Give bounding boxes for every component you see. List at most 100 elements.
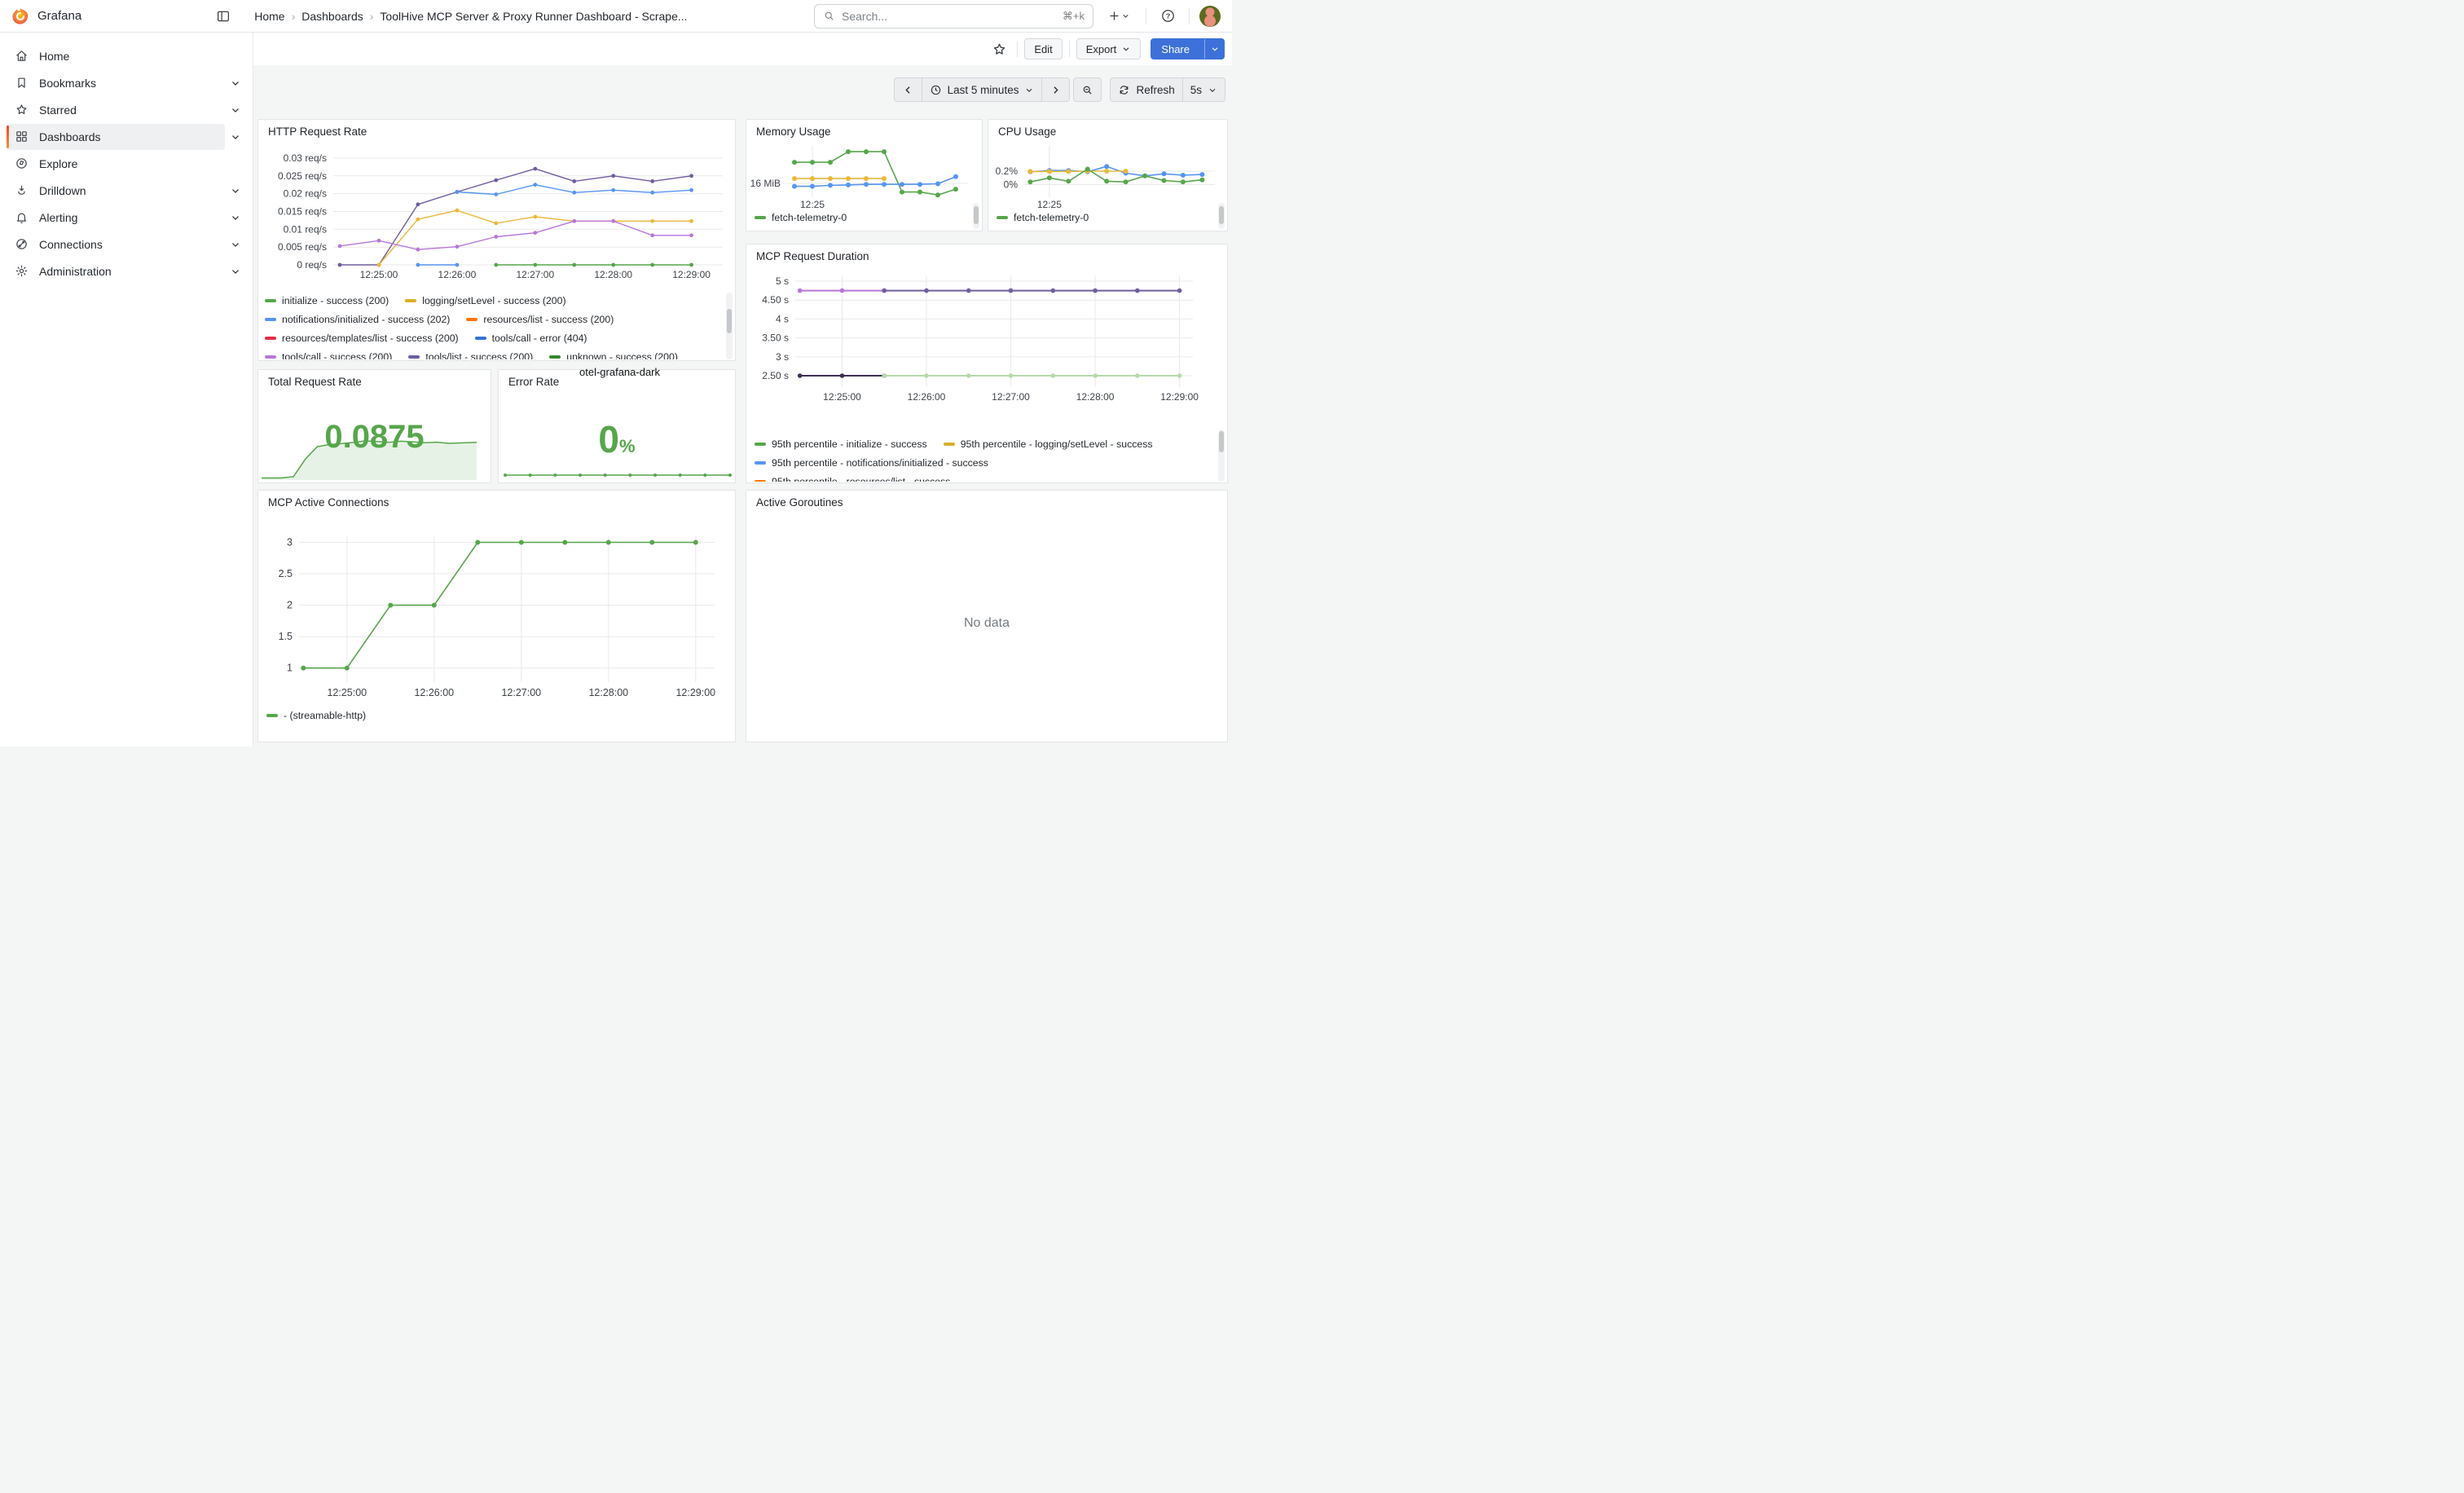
time-forward-button[interactable] xyxy=(1041,77,1070,102)
panel-memory-usage: Memory Usage 16 MiB12:25 fetch-telemetry… xyxy=(746,119,983,231)
refresh-button[interactable]: Refresh xyxy=(1110,77,1182,102)
chevron-down-icon[interactable] xyxy=(230,239,241,250)
svg-text:16 MiB: 16 MiB xyxy=(750,178,781,189)
legend-item[interactable]: resources/templates/list - success (200) xyxy=(265,333,459,344)
edit-button[interactable]: Edit xyxy=(1024,38,1062,59)
sidebar-item-administration[interactable]: Administration xyxy=(7,258,225,284)
breadcrumb-home[interactable]: Home xyxy=(254,10,284,23)
chevron-down-icon[interactable] xyxy=(230,266,241,277)
legend-item[interactable]: logging/setLevel - success (200) xyxy=(405,295,565,306)
chevron-down-icon[interactable] xyxy=(230,77,241,89)
legend-item[interactable]: 95th percentile - resources/list - succe… xyxy=(755,476,950,482)
sidebar-toggle-button[interactable] xyxy=(212,5,235,28)
time-range-picker[interactable]: Last 5 minutes xyxy=(922,77,1043,102)
legend-item[interactable]: resources/list - success (200) xyxy=(466,314,614,325)
legend-label: fetch-telemetry-0 xyxy=(1014,212,1089,223)
legend-swatch xyxy=(944,443,955,446)
stat-value: 0% xyxy=(499,417,735,461)
legend-item[interactable]: fetch-telemetry-0 xyxy=(755,212,847,223)
chart-legend: 95th percentile - initialize - success 95… xyxy=(755,428,1216,482)
svg-text:1: 1 xyxy=(287,663,293,674)
legend-item[interactable]: unknown - success (200) xyxy=(549,351,678,360)
help-icon: ? xyxy=(1160,8,1176,24)
share-button[interactable]: Share xyxy=(1151,38,1225,59)
chevron-down-icon xyxy=(1208,84,1217,96)
scrollbar-thumb[interactable] xyxy=(727,309,732,333)
legend-label: 95th percentile - logging/setLevel - suc… xyxy=(961,438,1153,450)
bell-icon xyxy=(15,210,29,224)
sidebar-item-connections[interactable]: Connections xyxy=(7,231,225,258)
chevron-down-icon[interactable] xyxy=(230,131,241,143)
legend-item[interactable]: - (streamable-http) xyxy=(266,710,366,721)
legend-scrollbar xyxy=(726,293,733,359)
clock-icon xyxy=(930,84,942,96)
legend-label: - (streamable-http) xyxy=(284,710,366,721)
chevron-down-icon[interactable] xyxy=(230,212,241,223)
stat-number: 0 xyxy=(598,418,619,460)
panel-title[interactable]: CPU Usage xyxy=(998,126,1056,138)
legend-swatch xyxy=(755,216,766,219)
panel-title[interactable]: MCP Request Duration xyxy=(756,250,869,262)
avatar[interactable] xyxy=(1199,6,1221,27)
svg-text:0.01 req/s: 0.01 req/s xyxy=(284,223,327,235)
panel-http-request-rate: HTTP Request Rate 0 req/s0.005 req/s0.01… xyxy=(257,119,736,361)
panel-title[interactable]: MCP Active Connections xyxy=(268,496,389,509)
sidebar-item-label: Home xyxy=(39,50,69,63)
no-data-message: No data xyxy=(746,491,1227,742)
svg-text:0.2%: 0.2% xyxy=(996,165,1019,177)
share-label[interactable]: Share xyxy=(1151,39,1199,59)
legend-item[interactable]: 95th percentile - initialize - success xyxy=(755,438,927,450)
legend-item[interactable]: notifications/initialized - success (202… xyxy=(265,314,450,325)
legend-item[interactable]: 95th percentile - notifications/initiali… xyxy=(755,457,988,469)
legend-scrollbar xyxy=(973,203,979,229)
legend-label: tools/call - success (200) xyxy=(282,351,392,360)
panel-title[interactable]: Memory Usage xyxy=(756,126,831,138)
sidebar-item-bookmarks[interactable]: Bookmarks xyxy=(7,70,225,96)
chevron-down-icon[interactable] xyxy=(230,104,241,116)
help-button[interactable]: ? xyxy=(1156,5,1179,28)
star-icon xyxy=(15,103,29,117)
share-menu-button[interactable] xyxy=(1204,39,1224,59)
export-button[interactable]: Export xyxy=(1076,38,1142,59)
time-back-button[interactable] xyxy=(894,77,922,102)
zoom-out-button[interactable] xyxy=(1073,77,1102,102)
search-input[interactable]: Search... ⌘+k xyxy=(814,4,1093,29)
legend-label: initialize - success (200) xyxy=(282,295,389,306)
sidebar-item-home[interactable]: Home xyxy=(7,43,241,69)
refresh-interval-label: 5s xyxy=(1190,84,1202,96)
legend-item[interactable]: tools/call - success (200) xyxy=(265,351,392,360)
sidebar-item-alerting[interactable]: Alerting xyxy=(7,205,225,231)
panel-title[interactable]: HTTP Request Rate xyxy=(268,126,367,138)
panel-mcp-active-connections: MCP Active Connections 11.522.5312:25:00… xyxy=(257,490,736,742)
legend-swatch xyxy=(549,355,561,359)
svg-text:0 req/s: 0 req/s xyxy=(297,259,327,271)
scrollbar-thumb[interactable] xyxy=(1219,431,1224,452)
chevron-down-icon[interactable] xyxy=(230,185,241,196)
svg-text:12:27:00: 12:27:00 xyxy=(516,269,554,280)
legend-item[interactable]: initialize - success (200) xyxy=(265,295,389,306)
legend-label: fetch-telemetry-0 xyxy=(772,212,847,223)
sidebar-item-drilldown[interactable]: Drilldown xyxy=(7,178,225,204)
time-controls: Last 5 minutes Refresh 5s xyxy=(894,77,1225,102)
svg-text:12:27:00: 12:27:00 xyxy=(501,687,541,698)
legend-item[interactable]: tools/list - success (200) xyxy=(408,351,533,360)
sidebar-item-explore[interactable]: Explore xyxy=(7,151,241,177)
legend-swatch xyxy=(265,318,276,321)
refresh-icon xyxy=(1118,84,1130,96)
svg-text:12:29:00: 12:29:00 xyxy=(675,687,715,698)
legend-item[interactable]: tools/call - error (404) xyxy=(475,333,587,344)
mcp-request-duration-chart: 5 s4.50 s4 s3.50 s3 s2.50 s12:25:0012:26… xyxy=(746,267,1229,415)
legend-item[interactable]: 95th percentile - logging/setLevel - suc… xyxy=(944,438,1153,450)
refresh-interval-picker[interactable]: 5s xyxy=(1182,77,1225,102)
scrollbar-thumb[interactable] xyxy=(974,206,979,224)
svg-text:12:25:00: 12:25:00 xyxy=(360,269,398,280)
legend-item[interactable]: fetch-telemetry-0 xyxy=(997,212,1089,223)
legend-swatch xyxy=(265,299,276,302)
sidebar-item-dashboards[interactable]: Dashboards xyxy=(7,124,225,150)
favorite-star-button[interactable] xyxy=(988,37,1010,60)
add-button[interactable] xyxy=(1102,5,1136,28)
breadcrumb-dashboards[interactable]: Dashboards xyxy=(301,10,363,23)
svg-text:12:26:00: 12:26:00 xyxy=(908,391,946,403)
sidebar-item-starred[interactable]: Starred xyxy=(7,97,225,123)
scrollbar-thumb[interactable] xyxy=(1219,206,1224,224)
